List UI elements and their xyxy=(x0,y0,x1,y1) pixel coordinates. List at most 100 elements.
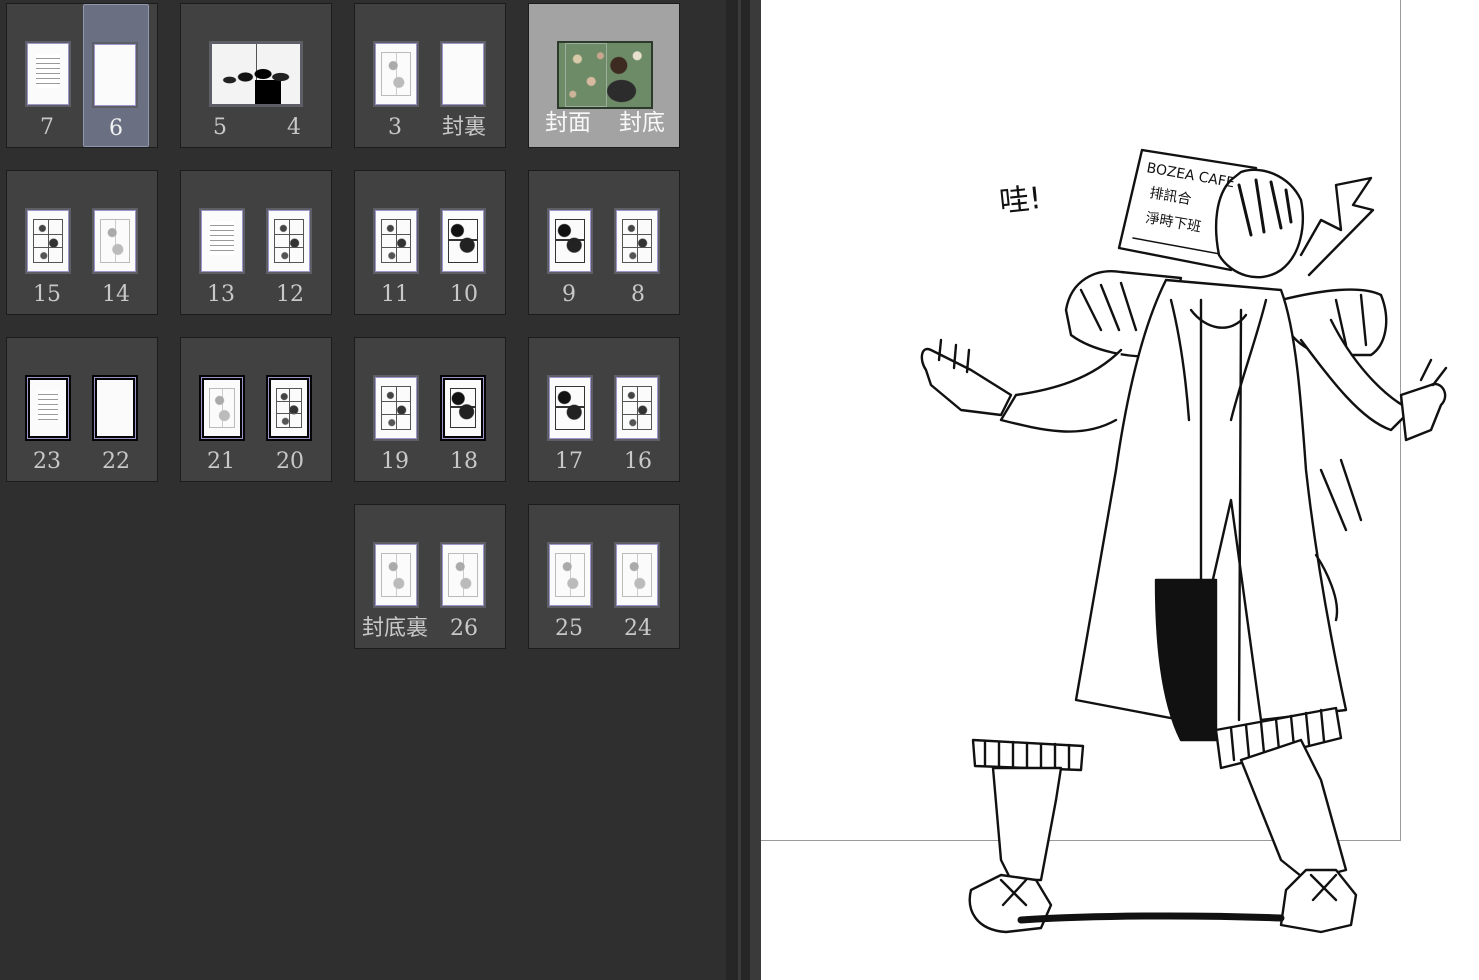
page-11[interactable]: 11 xyxy=(355,171,421,314)
bleed-guide xyxy=(549,377,591,439)
page-number: 24 xyxy=(624,616,652,641)
page-number: 18 xyxy=(450,449,478,474)
page-thumbnail[interactable] xyxy=(92,42,138,108)
page-thumbnail[interactable] xyxy=(373,41,419,107)
page-thumbnail[interactable] xyxy=(614,208,660,274)
page-15[interactable]: 15 xyxy=(7,171,73,314)
page-spread[interactable]: 19 18 xyxy=(354,337,506,482)
page-thumbnail[interactable] xyxy=(25,208,71,274)
bleed-guide xyxy=(27,210,69,272)
page-number: 19 xyxy=(381,449,409,474)
page-thumbnail[interactable] xyxy=(614,375,660,441)
splitter-grip[interactable] xyxy=(738,0,741,980)
page-10[interactable]: 10 xyxy=(431,171,497,314)
page-spread[interactable]: 封面 封底 xyxy=(528,3,680,148)
page-6[interactable]: 6 xyxy=(83,4,149,147)
page-thumbnail[interactable] xyxy=(547,375,593,441)
page-spread[interactable]: 封底裏 26 xyxy=(354,504,506,649)
page-22[interactable]: 22 xyxy=(83,338,149,481)
page-封底裏[interactable]: 封底裏 xyxy=(355,505,428,648)
page-spread[interactable]: 54 xyxy=(180,3,332,148)
page-spread[interactable]: 98 xyxy=(528,170,680,315)
page-spread[interactable]: 76 xyxy=(6,3,158,148)
bleed-guide xyxy=(94,377,136,439)
page-thumbnail[interactable] xyxy=(25,375,71,441)
page-thumbnail[interactable] xyxy=(440,375,486,441)
page-thumbnail[interactable] xyxy=(266,375,312,441)
page-spread[interactable]: 3 封裏 xyxy=(354,3,506,148)
page-spread[interactable]: 15 14 xyxy=(6,170,158,315)
page-14[interactable]: 14 xyxy=(83,171,149,314)
page-number: 22 xyxy=(102,449,130,474)
page-13[interactable]: 13 xyxy=(181,171,247,314)
page-thumbnail[interactable] xyxy=(373,375,419,441)
page-number: 封裏 xyxy=(441,115,486,140)
page-number: 12 xyxy=(276,282,304,307)
page-3[interactable]: 3 xyxy=(355,4,421,147)
page-19[interactable]: 19 xyxy=(355,338,421,481)
page-number: 21 xyxy=(207,449,235,474)
page-number: 20 xyxy=(276,449,304,474)
page-21[interactable]: 21 xyxy=(181,338,247,481)
page-thumbnail[interactable] xyxy=(92,375,138,441)
bleed-guide xyxy=(27,377,69,439)
page-thumbnail[interactable] xyxy=(547,542,593,608)
bleed-guide xyxy=(616,544,658,606)
page-12[interactable]: 12 xyxy=(257,171,323,314)
page-24[interactable]: 24 xyxy=(605,505,671,648)
bleed-guide xyxy=(442,210,484,272)
page-number: 4 xyxy=(287,115,301,140)
bleed-guide xyxy=(375,43,417,105)
page-thumbnail[interactable] xyxy=(373,542,419,608)
page-25[interactable]: 25 xyxy=(529,505,595,648)
page-23[interactable]: 23 xyxy=(7,338,73,481)
page-spread[interactable]: 21 20 xyxy=(180,337,332,482)
page-spread[interactable]: 13 12 xyxy=(180,170,332,315)
page-7[interactable]: 7 xyxy=(7,4,73,147)
bleed-guide xyxy=(442,377,484,439)
page-spread[interactable]: 25 24 xyxy=(528,504,680,649)
page-26[interactable]: 26 xyxy=(431,505,497,648)
page-thumbnail[interactable] xyxy=(440,208,486,274)
page-thumbnail[interactable] xyxy=(25,41,71,107)
page-number: 9 xyxy=(562,282,576,307)
page-thumbnail[interactable] xyxy=(199,208,245,274)
page-spread[interactable]: 17 16 xyxy=(528,337,680,482)
page-number: 10 xyxy=(450,282,478,307)
canvas-area[interactable]: 哇! BOZEA CAFE 排訊合 淨時下班 xyxy=(750,0,1479,980)
page-manager-panel: 7 6 5 4 3 封裏 封面 封底 15 14 13 12 11 10 9 8 23 22 21 20 19 18 17 1… xyxy=(0,0,726,980)
bleed-guide xyxy=(616,377,658,439)
bleed-guide xyxy=(375,544,417,606)
cover-thumbnail[interactable] xyxy=(557,41,653,109)
bleed-guide xyxy=(442,544,484,606)
page-number: 23 xyxy=(33,449,61,474)
page-17[interactable]: 17 xyxy=(529,338,595,481)
page-number: 17 xyxy=(555,449,583,474)
page-9[interactable]: 9 xyxy=(529,171,595,314)
page-thumbnail[interactable] xyxy=(440,542,486,608)
page-thumbnail[interactable] xyxy=(199,375,245,441)
spread-thumbnail[interactable] xyxy=(209,41,303,107)
page-thumbnail[interactable] xyxy=(373,208,419,274)
page-封裏[interactable]: 封裏 xyxy=(431,4,497,147)
page-thumbnail[interactable] xyxy=(266,208,312,274)
page-thumbnail[interactable] xyxy=(547,208,593,274)
bleed-guide xyxy=(375,377,417,439)
bleed-guide xyxy=(27,43,69,105)
page-8[interactable]: 8 xyxy=(605,171,671,314)
page-thumbnail[interactable] xyxy=(614,542,660,608)
page-spread[interactable]: 11 10 xyxy=(354,170,506,315)
character-illustration: BOZEA CAFE 排訊合 淨時下班 xyxy=(920,148,1448,934)
bleed-guide xyxy=(375,210,417,272)
page-number: 26 xyxy=(450,616,478,641)
bleed-guide xyxy=(616,210,658,272)
page-18[interactable]: 18 xyxy=(431,338,497,481)
page-20[interactable]: 20 xyxy=(257,338,323,481)
bleed-guide xyxy=(565,43,607,107)
drawing-canvas[interactable]: 哇! BOZEA CAFE 排訊合 淨時下班 xyxy=(761,0,1479,980)
page-thumbnail[interactable] xyxy=(440,41,486,107)
page-16[interactable]: 16 xyxy=(605,338,671,481)
page-thumbnail[interactable] xyxy=(92,208,138,274)
page-spread[interactable]: 23 22 xyxy=(6,337,158,482)
panel-splitter[interactable] xyxy=(726,0,750,980)
